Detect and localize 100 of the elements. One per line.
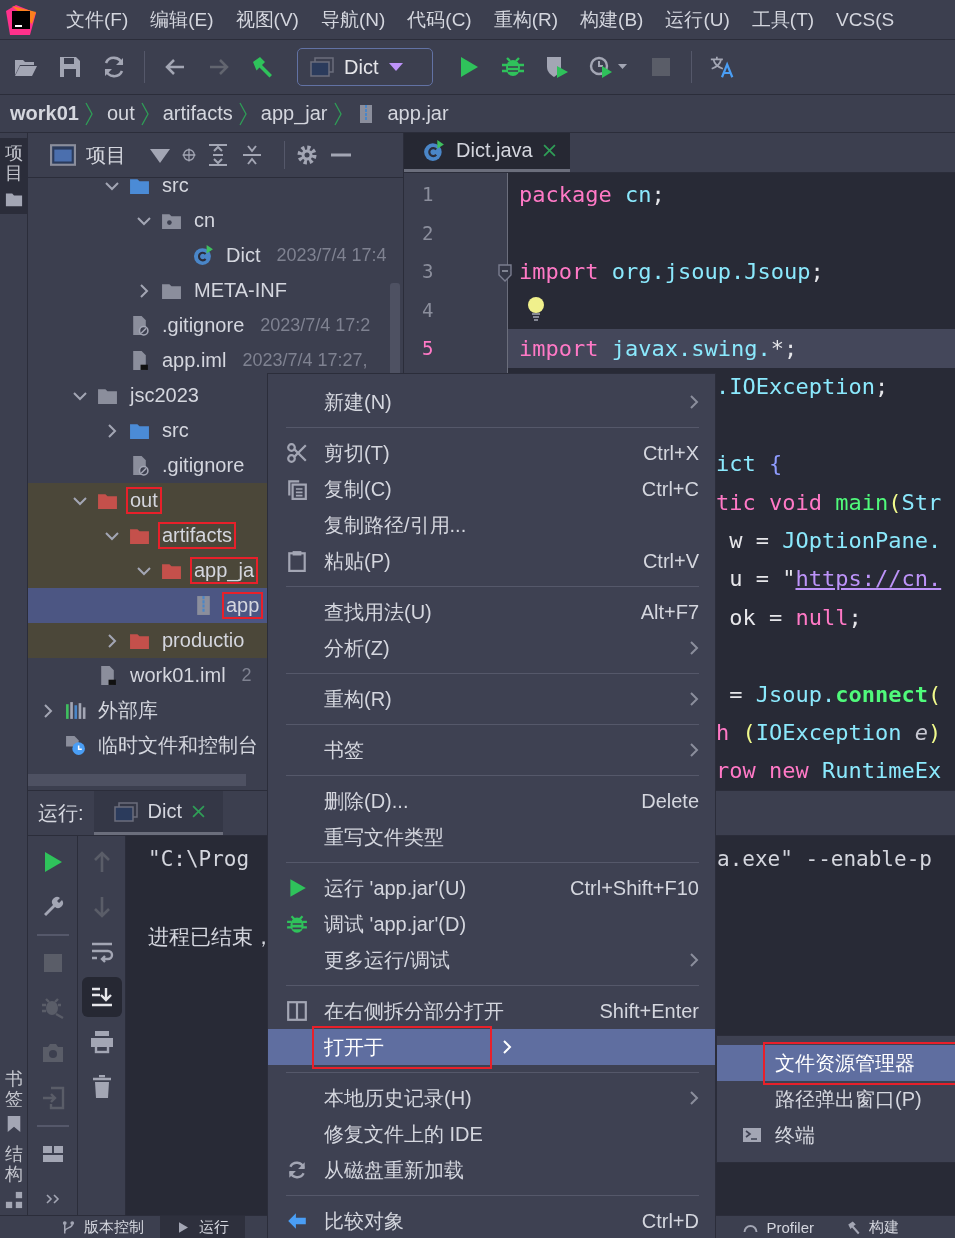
split-view-icon bbox=[286, 1000, 308, 1022]
window-icon bbox=[310, 57, 334, 77]
menu-item[interactable]: 比较对象 Ctrl+D bbox=[268, 1203, 715, 1238]
menu-item[interactable]: 重写文件类型 bbox=[268, 819, 715, 855]
sync-icon[interactable] bbox=[102, 55, 126, 79]
shortcut-label: Alt+F7 bbox=[640, 600, 699, 624]
menu-item[interactable]: 新建(N) bbox=[268, 384, 715, 420]
side-tab-label[interactable]: 项目 bbox=[4, 144, 23, 184]
tab-label[interactable]: 构建 bbox=[869, 1217, 899, 1237]
chevron-icon bbox=[238, 101, 247, 126]
run-configuration-dropdown[interactable]: Dict bbox=[297, 48, 433, 86]
date-label: 2 bbox=[241, 665, 252, 686]
side-tab-label[interactable]: 结构 bbox=[4, 1145, 23, 1185]
tree-label[interactable]: app_ja bbox=[190, 557, 259, 584]
menu-item[interactable]: 终端 bbox=[717, 1117, 955, 1153]
breadcrumb-item[interactable]: app.jar bbox=[387, 102, 449, 125]
shortcut-label: Ctrl+D bbox=[641, 1209, 699, 1233]
menu-item[interactable]: 书签 bbox=[268, 732, 715, 768]
chevron-icon bbox=[333, 101, 342, 126]
side-tab[interactable]: 项目 bbox=[0, 138, 28, 214]
menu-item[interactable]: 视图(V) bbox=[235, 6, 309, 33]
scroll-to-end-icon[interactable] bbox=[81, 977, 122, 1017]
menu-item[interactable]: 在右侧拆分部分打开 Shift+Enter bbox=[268, 993, 715, 1029]
save-icon[interactable] bbox=[58, 55, 82, 79]
menu-item[interactable]: 本地历史记录(H) bbox=[268, 1080, 715, 1116]
breadcrumb-item[interactable]: artifacts bbox=[162, 102, 233, 125]
line-number: 2 bbox=[422, 221, 434, 244]
breadcrumb-item[interactable]: work01 bbox=[10, 102, 79, 125]
run-tab[interactable]: Dict bbox=[93, 791, 223, 835]
tree-label[interactable]: artifacts bbox=[158, 522, 237, 549]
scrollbar[interactable] bbox=[28, 774, 246, 786]
structure-icon bbox=[4, 1191, 23, 1209]
fold-marker-icon[interactable] bbox=[498, 263, 512, 282]
menu-item[interactable]: 重构(R) bbox=[268, 681, 715, 717]
hammer-icon bbox=[846, 1219, 861, 1235]
menu-item[interactable]: 文件(F) bbox=[66, 6, 139, 33]
tree-label[interactable]: .gitignore bbox=[158, 312, 249, 339]
wrap-icon[interactable] bbox=[89, 940, 114, 964]
menu-item[interactable]: 运行(U) bbox=[665, 6, 740, 33]
close-icon[interactable] bbox=[542, 144, 556, 158]
tree-label[interactable]: 外部库 bbox=[94, 695, 162, 726]
console-text: "C:\Prog bbox=[148, 847, 250, 871]
menu-item[interactable]: 从磁盘重新加载 bbox=[268, 1152, 715, 1188]
tab-label[interactable]: Profiler bbox=[766, 1218, 814, 1236]
tab-label[interactable]: 运行 bbox=[199, 1217, 229, 1237]
tree-label[interactable]: src bbox=[158, 417, 193, 444]
menu-item[interactable]: 运行 'app.jar'(U) Ctrl+Shift+F10 bbox=[268, 870, 715, 906]
tree-label[interactable]: src bbox=[158, 172, 193, 199]
line-number: 5 bbox=[422, 337, 434, 359]
editor-tab[interactable]: Dict.java bbox=[404, 133, 570, 172]
breadcrumb-item[interactable]: out bbox=[106, 102, 135, 125]
menu-item[interactable]: 修复文件上的 IDE bbox=[268, 1116, 715, 1152]
tree-label[interactable]: .gitignore bbox=[158, 452, 249, 479]
tree-label[interactable]: productio bbox=[158, 627, 249, 654]
menu-item[interactable]: 编辑(E) bbox=[150, 6, 224, 33]
menu-item[interactable]: 剪切(T) Ctrl+X bbox=[268, 435, 715, 471]
code-line: u = "https://cn. bbox=[728, 566, 942, 592]
clock-run-icon[interactable] bbox=[589, 55, 629, 79]
menu-item[interactable]: 构建(B) bbox=[580, 6, 654, 33]
menu-item[interactable]: 代码(C) bbox=[407, 6, 482, 33]
breadcrumb-item[interactable]: app_jar bbox=[260, 102, 328, 125]
menu-item[interactable]: 工具(T) bbox=[751, 6, 825, 33]
tree-label[interactable]: app bbox=[222, 592, 264, 619]
tree-label[interactable]: jsc2023 bbox=[126, 382, 203, 409]
bug-icon[interactable] bbox=[501, 55, 525, 79]
class-icon bbox=[193, 245, 214, 266]
caret-icon bbox=[388, 62, 405, 72]
side-tab-label[interactable]: 书签 bbox=[4, 1069, 23, 1110]
expand-all-icon[interactable] bbox=[206, 143, 230, 167]
shield-run-icon[interactable] bbox=[545, 55, 569, 79]
collapse-all-icon[interactable] bbox=[240, 143, 264, 167]
tree-label[interactable]: app.iml bbox=[158, 347, 231, 374]
line-number: 3 bbox=[422, 260, 434, 283]
menu-item[interactable]: 路径弹出窗口(P) bbox=[717, 1081, 955, 1117]
tree-label[interactable]: work01.iml bbox=[126, 662, 230, 689]
tree-label[interactable]: META-INF bbox=[190, 277, 291, 304]
line-number: 1 bbox=[422, 183, 434, 206]
menu-item[interactable]: 删除(D)... Delete bbox=[268, 783, 715, 819]
tree-label[interactable]: Dict bbox=[222, 242, 265, 269]
tree-label[interactable]: out bbox=[126, 487, 162, 514]
reload-icon bbox=[286, 1159, 308, 1181]
settings-icon[interactable] bbox=[295, 143, 319, 167]
menu-item[interactable]: VCS(S bbox=[836, 8, 905, 31]
tab-label[interactable]: 版本控制 bbox=[84, 1217, 144, 1237]
menu-item[interactable]: 重构(R) bbox=[493, 6, 569, 33]
hammer-icon[interactable] bbox=[251, 55, 275, 79]
shortcut-label: Shift+Enter bbox=[599, 999, 699, 1023]
panel-title[interactable]: 项目 bbox=[86, 141, 126, 169]
print-icon[interactable] bbox=[89, 1030, 114, 1054]
tree-label[interactable]: cn bbox=[190, 207, 220, 234]
date-label: 2023/7/4 17:27, bbox=[242, 350, 368, 371]
tool-window-tab[interactable]: 运行 bbox=[160, 1216, 245, 1238]
menu-item[interactable]: 导航(N) bbox=[320, 6, 396, 33]
lightbulb-icon[interactable] bbox=[527, 296, 545, 321]
tree-label[interactable]: 临时文件和控制台 bbox=[94, 730, 262, 761]
translate-icon[interactable] bbox=[710, 55, 734, 79]
chevron-icon bbox=[84, 101, 93, 126]
window-icon bbox=[113, 800, 138, 823]
class-icon bbox=[422, 139, 446, 162]
close-icon[interactable] bbox=[192, 805, 205, 818]
